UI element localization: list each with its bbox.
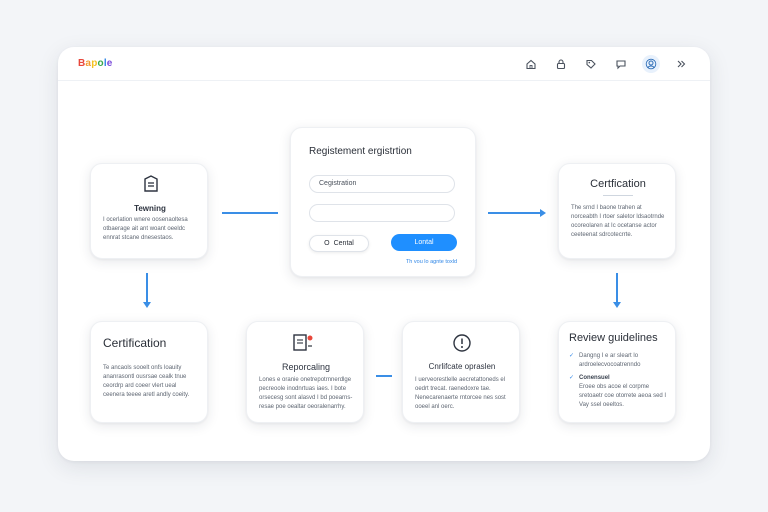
- report-icon: [291, 332, 315, 359]
- connector-training-registration: [222, 212, 278, 214]
- registration-card: Registement ergistrtion Cegistration O C…: [290, 127, 476, 277]
- lock-icon[interactable]: [552, 55, 570, 73]
- cancel-icon: O: [324, 240, 330, 247]
- cancel-button[interactable]: O Cental: [309, 235, 369, 252]
- review-item-text: Dangng I e ar sleart lo ardroelecvocoatr…: [579, 353, 641, 368]
- registration-second-field[interactable]: [309, 204, 455, 222]
- review-item-title: Conensuel: [579, 375, 610, 381]
- connector-certification-down: [616, 273, 618, 303]
- connector-registration-certification: [488, 212, 542, 214]
- profile-icon[interactable]: [642, 55, 660, 73]
- reporting-title: Reporcaling: [281, 362, 331, 372]
- forward-icon[interactable]: [672, 55, 690, 73]
- certification-top-body: The srnd I baone trahen at norceabth I r…: [571, 205, 665, 238]
- certification-left-title: Certification: [103, 336, 167, 350]
- review-item-text: Eroee obs acoe el corpme sretoaetr coe o…: [579, 384, 667, 408]
- submit-label: Lontal: [414, 239, 434, 246]
- certification-left-body: Te ancaols sooelt onfs loauity ananrason…: [103, 365, 190, 398]
- submit-button[interactable]: Lontal: [391, 234, 457, 251]
- logo-letter: e: [106, 58, 113, 69]
- app-logo[interactable]: Bapole: [78, 58, 113, 69]
- certification-left-card[interactable]: Certification Te ancaols sooelt onfs loa…: [90, 321, 208, 423]
- connector-reporting-option: [376, 375, 392, 377]
- connector-training-down: [146, 273, 148, 303]
- info-icon: [451, 332, 473, 359]
- reporting-body: Lones e oranie onetrepotrnnerdlge pecreo…: [259, 377, 353, 410]
- list-item: ✓ Conensuel Eroee obs acoe el corpme sre…: [569, 374, 669, 410]
- top-bar: Bapole: [58, 47, 710, 81]
- certificate-option-card[interactable]: Cnrlifcate opraslen I uerveorestlelle ae…: [402, 321, 520, 423]
- tag-icon[interactable]: [582, 55, 600, 73]
- chat-icon[interactable]: [612, 55, 630, 73]
- certificate-option-body: I uerveorestlelle aecretattoneds el oedr…: [415, 377, 506, 410]
- training-title: Tewning: [134, 204, 166, 213]
- reporting-card[interactable]: Reporcaling Lones e oranie onetrepotrnne…: [246, 321, 364, 423]
- arrow-down-icon: [143, 302, 151, 308]
- logo-letter: B: [78, 58, 86, 69]
- document-icon: [141, 174, 161, 199]
- cancel-label: Cental: [333, 240, 354, 247]
- arrow-down-icon: [613, 302, 621, 308]
- check-icon: ✓: [569, 353, 575, 359]
- certification-top-card[interactable]: Certfication The srnd I baone trahen at …: [558, 163, 676, 259]
- review-guidelines-card[interactable]: Review guidelines ✓ Dangng I e ar sleart…: [558, 321, 676, 423]
- training-card[interactable]: Tewning I ocerlation wnere oosenaoltesa …: [90, 163, 208, 259]
- app-window: Bapole Tewning I ocerlation wnere oosena…: [58, 47, 710, 461]
- list-item: ✓ Dangng I e ar sleart lo ardroelecvocoa…: [569, 352, 669, 370]
- certificate-option-title: Cnrlifcate opraslen: [428, 362, 496, 371]
- title-divider: [603, 195, 633, 196]
- certification-top-title: Certfication: [590, 178, 646, 190]
- review-list: ✓ Dangng I e ar sleart lo ardroelecvocoa…: [569, 352, 669, 414]
- home-icon[interactable]: [522, 55, 540, 73]
- check-icon: ✓: [569, 375, 575, 381]
- registration-name-value: Cegistration: [319, 180, 357, 187]
- registration-name-field[interactable]: Cegistration: [309, 175, 455, 193]
- toolbar-icons: [522, 55, 690, 73]
- arrow-right-icon: [540, 209, 546, 217]
- training-body: I ocerlation wnere oosenaoltesa otbaerag…: [103, 217, 188, 241]
- registration-title: Registement ergistrtion: [309, 146, 412, 157]
- review-title: Review guidelines: [569, 332, 658, 344]
- registration-help-link[interactable]: Th vou lo agnte toxld: [406, 259, 457, 265]
